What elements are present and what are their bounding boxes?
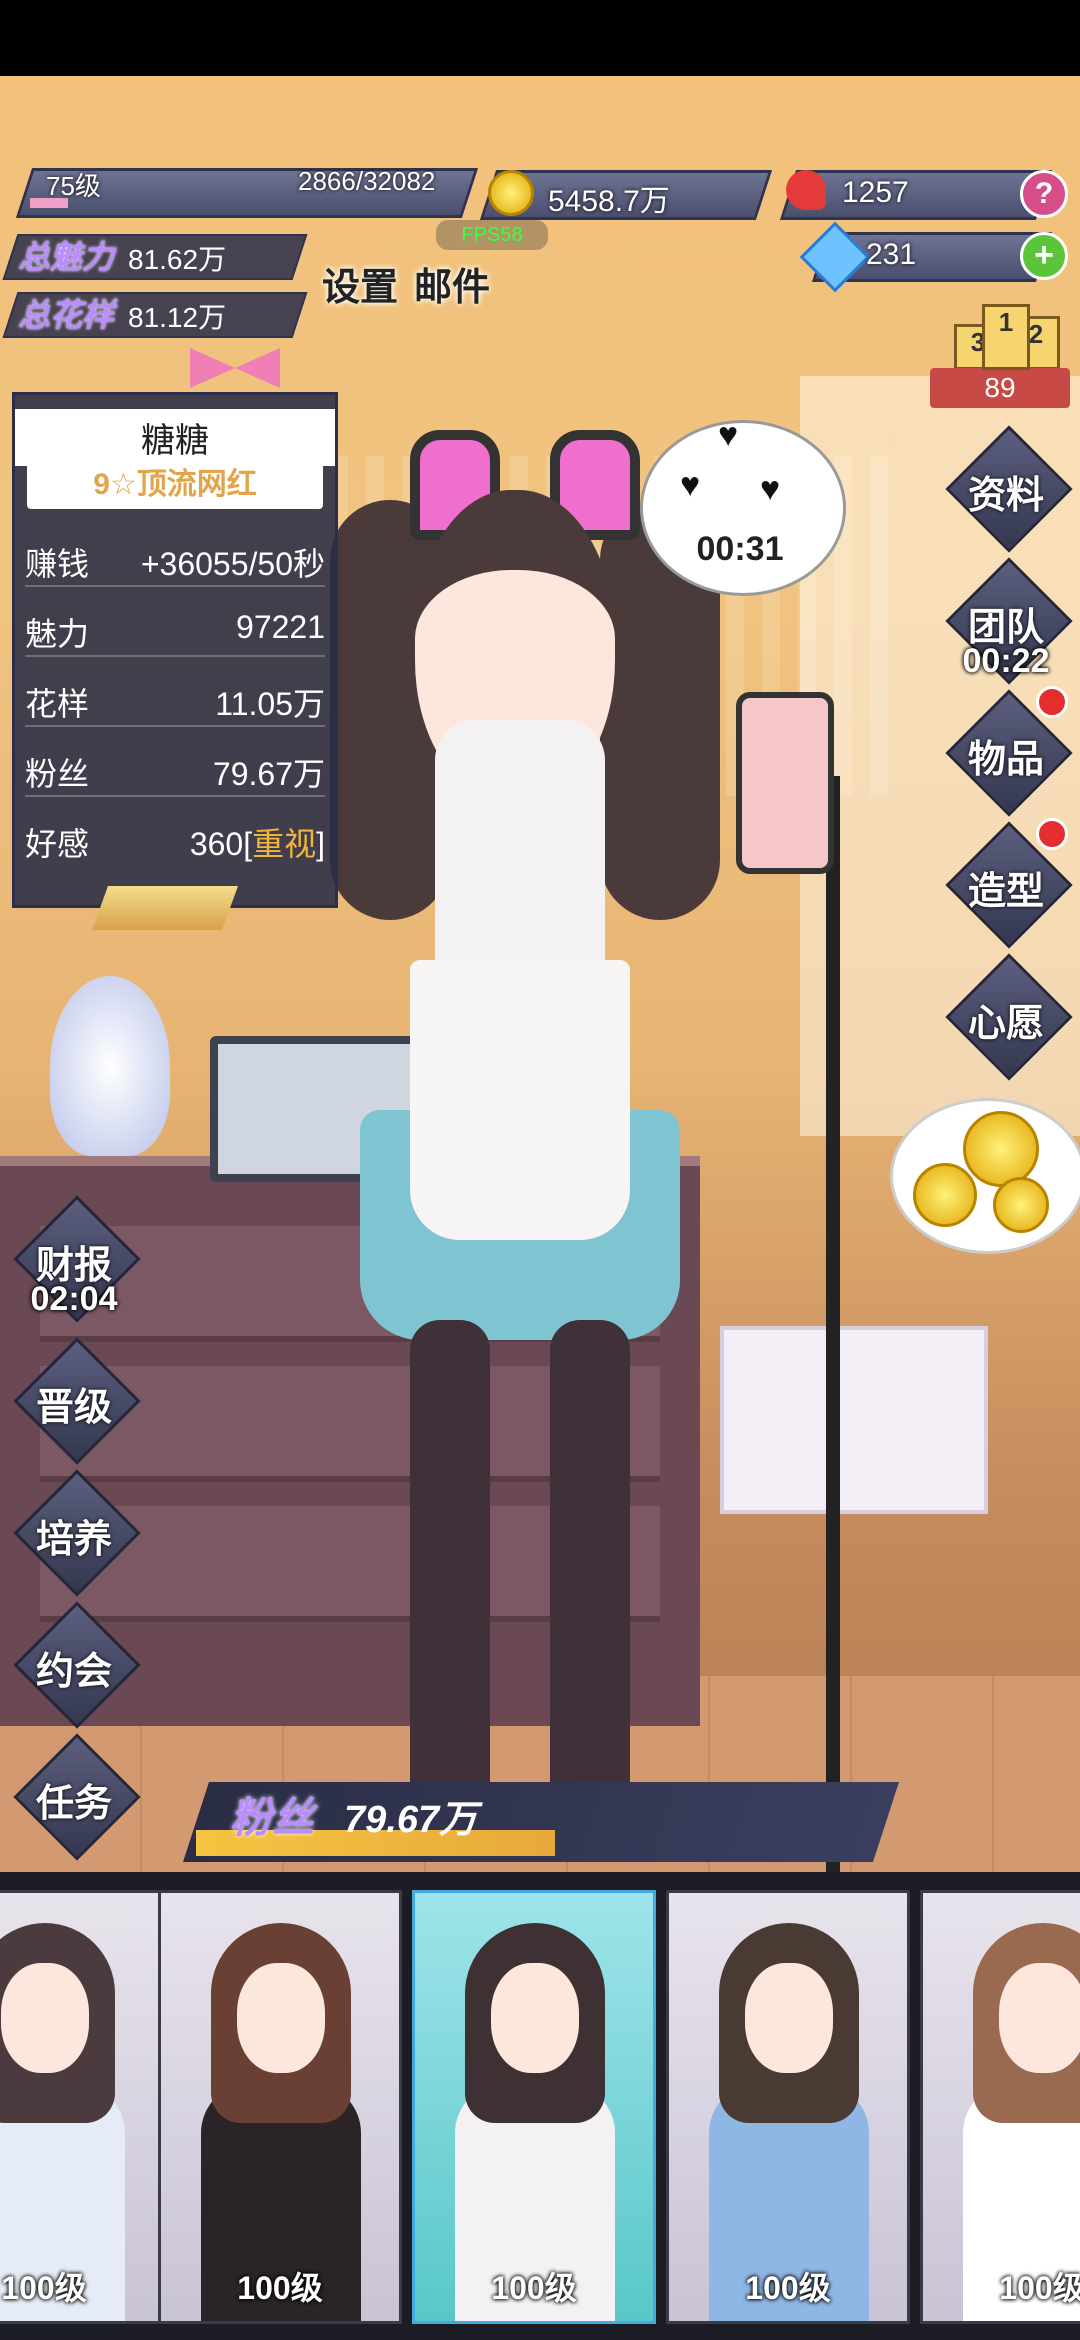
items-label: 物品 <box>967 739 1044 781</box>
card-face <box>1 1963 89 2073</box>
wish-button[interactable]: 心愿 <box>945 953 1073 1081</box>
total-style-value: 81.12万 <box>128 302 227 333</box>
rose-value: 1257 <box>842 176 909 209</box>
stat-row-earning: 赚钱 +36055/50秒 <box>25 525 325 587</box>
card-face <box>491 1963 579 2073</box>
bubble-timer: 00:31 <box>696 530 784 568</box>
card-face <box>745 1963 833 2073</box>
heart-icon: ♥ <box>760 470 781 508</box>
add-diamond-button[interactable]: + <box>1020 232 1068 280</box>
exp-value: 2866/32082 <box>298 166 436 196</box>
stat-row-affection: 好感 360[重视] <box>25 805 325 865</box>
level-label: 75级 <box>46 171 101 201</box>
card-face <box>237 1963 325 2073</box>
character-carousel[interactable]: 100级 100级 100级 100级 100级 <box>0 1872 1080 2340</box>
train-button[interactable]: 培养 <box>13 1469 141 1597</box>
character-card[interactable]: 100级 <box>0 1890 166 2324</box>
stat-label: 好感 <box>25 826 90 862</box>
fps-tag: FPS58 <box>436 220 548 250</box>
affection-suffix: ] <box>316 826 325 862</box>
book-decoration <box>91 886 239 930</box>
card-level: 100级 <box>999 2270 1080 2306</box>
stat-row-fans: 粉丝 79.67万 <box>25 735 325 797</box>
notification-dot <box>1036 818 1068 850</box>
finance-timer: 02:04 <box>30 1280 118 1318</box>
gold-coin-icon <box>993 1177 1049 1233</box>
profile-button[interactable]: 资料 <box>945 425 1073 553</box>
heart-bubble[interactable] <box>640 420 846 596</box>
ranking-button[interactable]: 3 1 2 89 <box>930 292 1070 408</box>
character-leg <box>410 1320 490 1840</box>
phone <box>736 692 834 874</box>
character-rank-title: 9☆顶流网红 <box>27 461 323 509</box>
rose-icon <box>786 170 826 210</box>
rank-value: 89 <box>930 368 1070 408</box>
promote-label: 晋级 <box>35 1387 112 1429</box>
team-button[interactable]: 团队 00:22 <box>945 557 1073 685</box>
help-button[interactable]: ? <box>1020 170 1068 218</box>
character-card-selected[interactable]: 100级 <box>412 1890 656 2324</box>
character-card[interactable]: 100级 <box>666 1890 910 2324</box>
gold-coin-icon <box>488 170 534 216</box>
style-label: 造型 <box>967 871 1044 913</box>
card-level: 100级 <box>745 2270 831 2306</box>
finance-button[interactable]: 财报 02:04 <box>13 1195 141 1323</box>
character-card[interactable]: 100级 <box>920 1890 1080 2324</box>
mail-button[interactable]: 邮件 <box>414 256 490 311</box>
date-label: 约会 <box>35 1651 112 1693</box>
date-button[interactable]: 约会 <box>13 1601 141 1729</box>
fans-label: 粉丝 <box>230 1794 315 1841</box>
game-screen: 75级 2866/32082 5458.7万 1257 ? 231 + FPS5… <box>0 0 1080 2340</box>
stat-row-style: 花样 11.05万 <box>25 665 325 727</box>
promote-button[interactable]: 晋级 <box>13 1337 141 1465</box>
stat-label: 魅力 <box>25 616 90 652</box>
stat-label: 粉丝 <box>25 756 90 792</box>
gold-value: 5458.7万 <box>548 185 670 218</box>
character-info-panel: 糖糖 9☆顶流网红 赚钱 +36055/50秒 魅力 97221 花样 11.0… <box>12 392 338 908</box>
gold-coin-icon <box>913 1163 977 1227</box>
rank-1-podium: 1 <box>982 304 1030 370</box>
vase <box>50 976 170 1156</box>
character-name: 糖糖 <box>15 409 335 466</box>
stat-value: 97221 <box>236 609 325 645</box>
card-level: 100级 <box>237 2270 323 2306</box>
train-label: 培养 <box>35 1519 112 1561</box>
card-face <box>999 1963 1080 2073</box>
character-card[interactable]: 100级 <box>158 1890 402 2324</box>
heart-icon: ♥ <box>680 466 701 504</box>
affection-value: 360[ <box>189 826 253 862</box>
heart-icon: ♥ <box>718 416 739 454</box>
stat-value: 11.05万 <box>215 686 325 722</box>
wish-label: 心愿 <box>967 1003 1044 1045</box>
card-level: 100级 <box>491 2270 577 2306</box>
character-apron <box>410 960 630 1240</box>
stat-row-charm: 魅力 97221 <box>25 595 325 657</box>
stat-label: 花样 <box>25 686 90 722</box>
fans-value: 79.67万 <box>344 1799 478 1841</box>
diamond-value: 231 <box>866 238 917 271</box>
stat-value: 79.67万 <box>212 756 325 792</box>
total-charm-value: 81.62万 <box>128 244 227 275</box>
main-character[interactable] <box>300 420 720 1860</box>
task-button[interactable]: 任务 <box>13 1733 141 1861</box>
character-top <box>435 720 605 980</box>
phone-stand <box>826 776 840 1956</box>
status-bar <box>0 0 1080 76</box>
task-label: 任务 <box>35 1783 112 1825</box>
total-style-label: 总花样 <box>18 297 115 333</box>
team-timer: 00:22 <box>962 642 1050 680</box>
total-charm-label: 总魅力 <box>18 239 115 275</box>
affection-status: 重视 <box>252 826 317 862</box>
stat-value: +36055/50秒 <box>140 546 325 582</box>
notification-dot <box>1036 686 1068 718</box>
stat-value: 360[重视] <box>190 819 325 865</box>
settings-button[interactable]: 设置 <box>322 256 398 311</box>
stat-label: 赚钱 <box>25 546 90 582</box>
coin-collect-bubble[interactable] <box>890 1098 1080 1254</box>
character-leg <box>550 1320 630 1840</box>
storage-box <box>720 1326 988 1514</box>
gold-coin-icon <box>963 1111 1039 1187</box>
card-level: 100级 <box>1 2270 87 2306</box>
profile-label: 资料 <box>967 475 1044 517</box>
